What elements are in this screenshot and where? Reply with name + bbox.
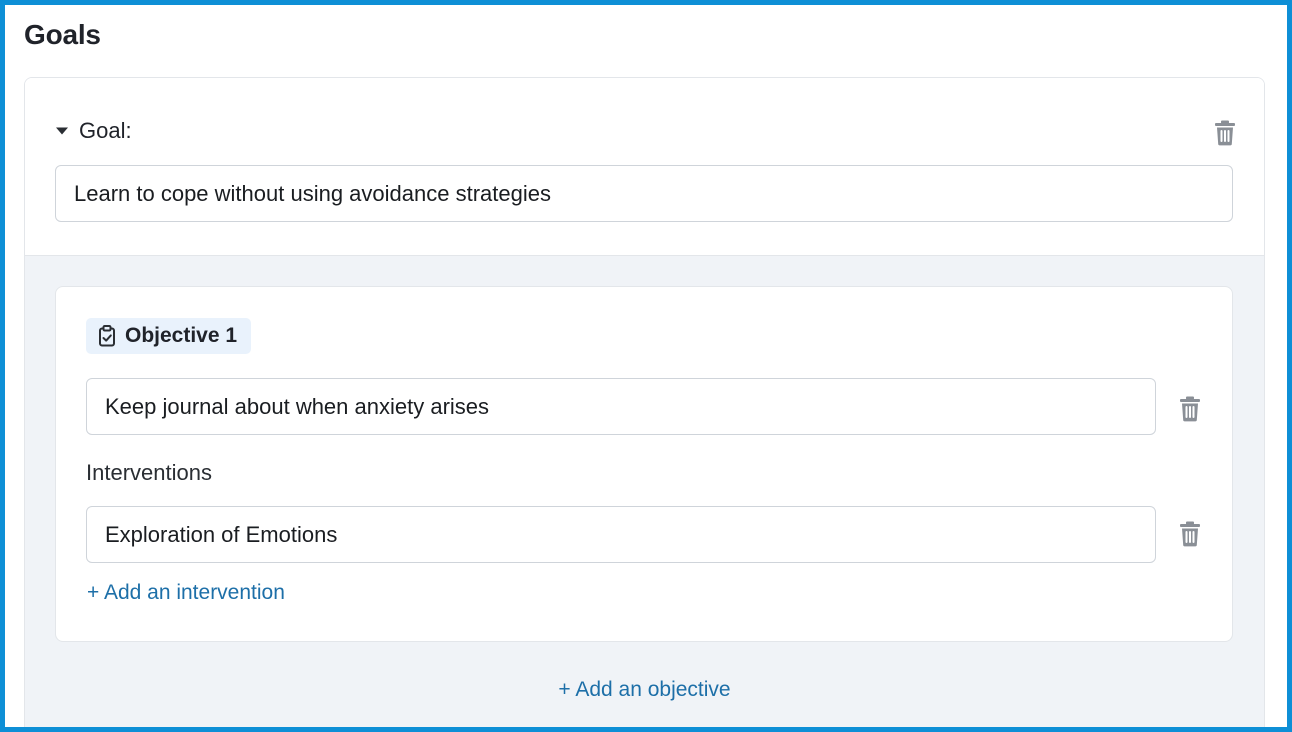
goal-input[interactable] — [55, 165, 1233, 222]
page-title: Goals — [24, 19, 101, 50]
goal-collapse-toggle[interactable]: Goal: — [55, 118, 132, 144]
interventions-label: Interventions — [86, 460, 212, 485]
add-intervention-link[interactable]: + Add an intervention — [87, 581, 285, 605]
intervention-input[interactable] — [86, 506, 1156, 563]
delete-intervention-button[interactable] — [1177, 519, 1203, 549]
trash-icon — [1179, 396, 1201, 422]
delete-goal-button[interactable] — [1212, 118, 1238, 148]
delete-objective-button[interactable] — [1177, 394, 1203, 424]
app-frame: Goals Goal: Learn to cope without using … — [0, 0, 1292, 732]
add-objective-link[interactable]: + Add an objective — [25, 678, 1264, 702]
caret-down-icon — [55, 126, 69, 136]
trash-icon — [1214, 120, 1236, 146]
objective-title: Objective 1 — [125, 324, 238, 347]
objectives-area: Objective 1 Int — [25, 256, 1264, 727]
goal-label: Goal: — [79, 118, 132, 143]
trash-icon — [1179, 521, 1201, 547]
goal-header: Goal: — [25, 78, 1264, 256]
objective-input[interactable] — [86, 378, 1156, 435]
goal-card: Goal: Learn to cope without using avoida… — [24, 77, 1265, 727]
objective-card: Objective 1 Int — [55, 286, 1233, 642]
objective-badge: Objective 1 — [86, 318, 252, 354]
clipboard-check-icon — [98, 325, 116, 347]
